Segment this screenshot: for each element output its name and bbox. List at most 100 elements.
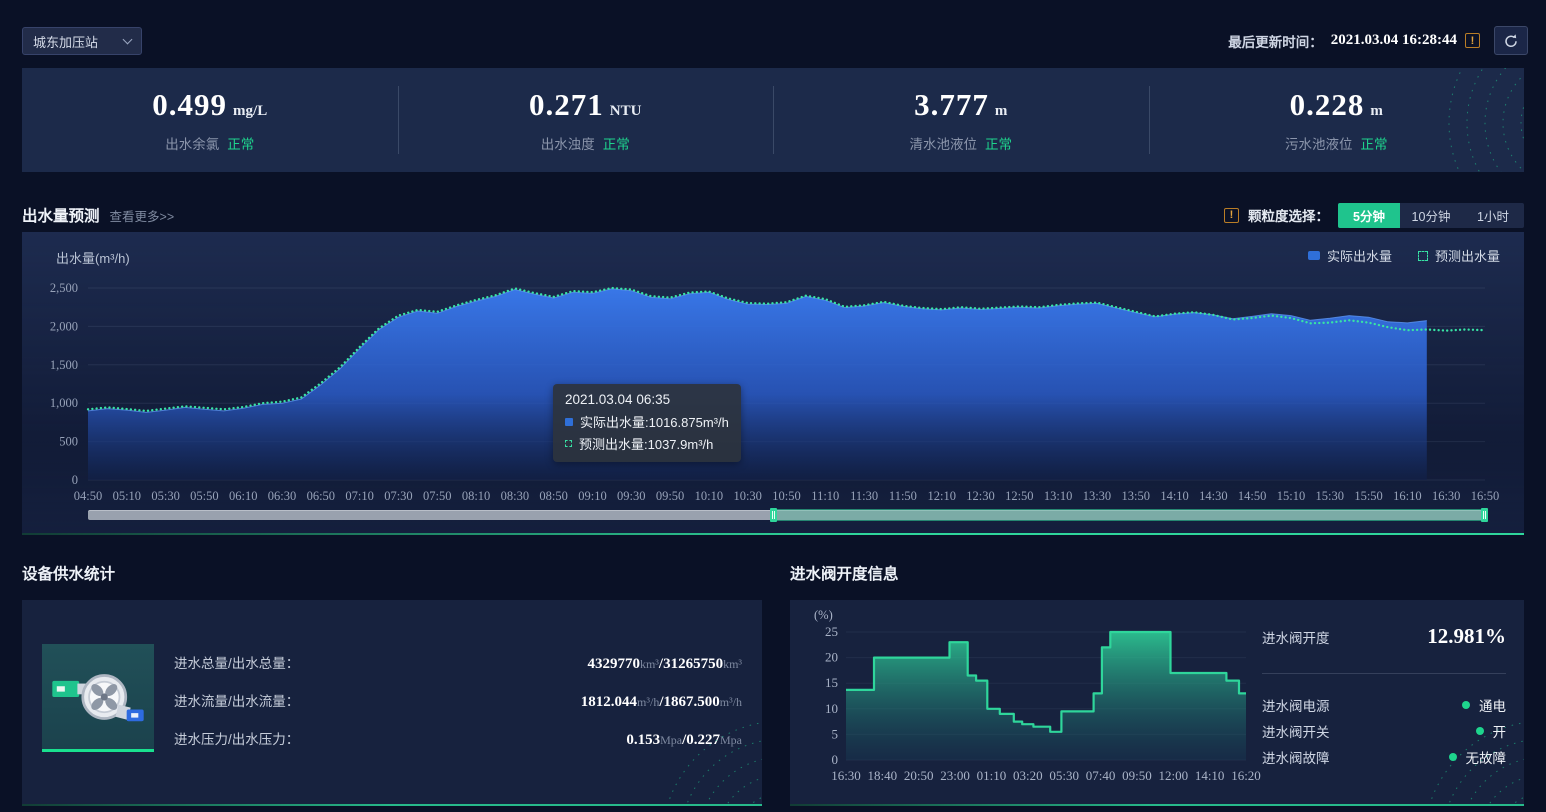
warning-icon[interactable] — [1224, 208, 1239, 223]
tooltip-timestamp: 2021.03.04 06:35 — [565, 392, 729, 407]
svg-text:23:00: 23:00 — [940, 768, 970, 783]
device-supply-panel: 进水总量/出水总量： 4329770km³/31265750km³ 进水流量/出… — [22, 600, 762, 806]
row-value: 1812.044m³/h/1867.500m³/h — [581, 693, 742, 711]
svg-text:10:50: 10:50 — [772, 489, 800, 503]
outflow-forecast-chart-panel: 出水量(m³/h) 实际出水量 预测出水量 05001,0001,5002,00… — [22, 232, 1524, 535]
svg-text:0: 0 — [832, 752, 839, 767]
status-value: 通电 — [1479, 695, 1506, 715]
valve-opening-label: 进水阀开度 — [1262, 627, 1330, 647]
svg-text:07:30: 07:30 — [384, 489, 412, 503]
chevron-down-icon — [123, 35, 133, 45]
stat-label: 出水余氯 — [165, 137, 219, 152]
svg-text:14:50: 14:50 — [1238, 489, 1266, 503]
stat-unit: mg/L — [233, 103, 267, 119]
svg-text:13:50: 13:50 — [1122, 489, 1150, 503]
refresh-icon — [1503, 33, 1519, 49]
stat-unit: m — [1370, 103, 1383, 119]
valve-fault-row: 进水阀故障 无故障 — [1262, 744, 1506, 770]
svg-text:04:50: 04:50 — [74, 489, 102, 503]
svg-text:07:10: 07:10 — [345, 489, 373, 503]
status-badge: 正常 — [1361, 137, 1388, 152]
legend-predicted[interactable]: 预测出水量 — [1418, 246, 1500, 265]
tooltip-predicted-value: 预测出水量:1037.9m³/h — [579, 434, 713, 453]
svg-text:11:10: 11:10 — [811, 489, 839, 503]
svg-text:16:20: 16:20 — [1231, 768, 1261, 783]
granularity-label: 颗粒度选择： — [1248, 205, 1329, 225]
status-label: 进水阀电源 — [1262, 695, 1330, 715]
svg-text:06:10: 06:10 — [229, 489, 257, 503]
tooltip-predicted-marker — [565, 440, 572, 447]
legend-actual-marker — [1308, 251, 1320, 260]
datazoom-selected-range[interactable] — [773, 509, 1485, 521]
stat-residual-chlorine: 0.499 mg/L 出水余氯正常 — [22, 68, 398, 172]
granularity-10min[interactable]: 10分钟 — [1400, 203, 1462, 228]
svg-text:06:50: 06:50 — [307, 489, 335, 503]
stat-sewage-tank-level: 0.228m 污水池液位正常 — [1149, 68, 1525, 172]
svg-text:05:30: 05:30 — [1049, 768, 1079, 783]
outflow-area-chart[interactable]: 05001,0001,5002,0002,50004:5005:1005:300… — [22, 232, 1524, 504]
row-value: 4329770km³/31265750km³ — [587, 655, 742, 673]
svg-text:16:10: 16:10 — [1393, 489, 1421, 503]
stat-turbidity: 0.271NTU 出水浊度正常 — [398, 68, 774, 172]
svg-text:20:50: 20:50 — [904, 768, 934, 783]
svg-text:03:20: 03:20 — [1013, 768, 1043, 783]
svg-text:15:30: 15:30 — [1316, 489, 1344, 503]
svg-text:07:50: 07:50 — [423, 489, 451, 503]
station-select-value: 城东加压站 — [33, 32, 98, 51]
svg-text:07:40: 07:40 — [1086, 768, 1116, 783]
svg-text:08:50: 08:50 — [539, 489, 567, 503]
svg-text:11:50: 11:50 — [889, 489, 917, 503]
last-update-label: 最后更新时间： — [1228, 31, 1323, 51]
stat-value: 0.228 — [1290, 87, 1365, 122]
tooltip-actual-marker — [565, 418, 573, 426]
see-more-link[interactable]: 查看更多>> — [110, 206, 175, 225]
svg-text:12:10: 12:10 — [927, 489, 955, 503]
granularity-1hour[interactable]: 1小时 — [1462, 203, 1524, 228]
pump-icon — [48, 654, 148, 740]
row-label: 进水流量/出水流量： — [174, 690, 299, 710]
svg-text:12:50: 12:50 — [1005, 489, 1033, 503]
y-axis-title: 出水量(m³/h) — [56, 248, 130, 267]
chart-legend: 实际出水量 预测出水量 — [1308, 246, 1500, 265]
svg-text:05:30: 05:30 — [151, 489, 179, 503]
refresh-button[interactable] — [1494, 26, 1528, 55]
stat-unit: NTU — [610, 103, 642, 119]
svg-text:15:10: 15:10 — [1277, 489, 1305, 503]
datazoom-slider[interactable] — [88, 509, 1485, 521]
status-dot — [1462, 701, 1470, 709]
inlet-valve-panel: (%) 051015202516:3018:4020:5023:0001:100… — [790, 600, 1524, 806]
status-dot — [1449, 753, 1457, 761]
status-badge: 正常 — [227, 137, 254, 152]
stat-clean-tank-level: 3.777m 清水池液位正常 — [773, 68, 1149, 172]
supply-row-flow: 进水流量/出水流量： 1812.044m³/h/1867.500m³/h — [174, 690, 742, 708]
svg-text:25: 25 — [825, 624, 838, 639]
kpi-stats-band: 0.499mg/L 出水余氯正常 0.271NTU 出水浊度正常 3.777m … — [22, 68, 1524, 172]
row-value: 0.153Mpa/0.227Mpa — [626, 731, 742, 749]
svg-text:08:30: 08:30 — [501, 489, 529, 503]
datazoom-left-handle[interactable] — [770, 508, 777, 522]
svg-text:0: 0 — [72, 473, 78, 487]
legend-actual[interactable]: 实际出水量 — [1308, 246, 1392, 265]
legend-predicted-marker — [1418, 251, 1428, 261]
svg-text:01:10: 01:10 — [977, 768, 1007, 783]
svg-text:09:50: 09:50 — [1122, 768, 1152, 783]
svg-text:500: 500 — [59, 435, 78, 449]
datazoom-right-handle[interactable] — [1481, 508, 1488, 522]
stat-value: 0.499 — [152, 87, 227, 122]
status-value: 无故障 — [1466, 747, 1507, 767]
svg-text:14:30: 14:30 — [1199, 489, 1227, 503]
stat-value: 0.271 — [529, 87, 604, 122]
svg-text:05:50: 05:50 — [190, 489, 218, 503]
valve-info-column: 进水阀开度 12.981% 进水阀电源 通电 进水阀开关 开 进水阀故障 无故障 — [1262, 624, 1506, 770]
svg-text:11:30: 11:30 — [850, 489, 878, 503]
svg-text:10:30: 10:30 — [733, 489, 761, 503]
granularity-5min[interactable]: 5分钟 — [1338, 203, 1400, 228]
svg-text:16:50: 16:50 — [1471, 489, 1499, 503]
last-update-value: 2021.03.04 16:28:44 — [1331, 32, 1457, 49]
warning-icon[interactable] — [1465, 33, 1480, 48]
valve-step-chart[interactable]: 051015202516:3018:4020:5023:0001:1003:20… — [798, 602, 1278, 802]
stat-value: 3.777 — [914, 87, 989, 122]
svg-text:09:10: 09:10 — [578, 489, 606, 503]
station-select[interactable]: 城东加压站 — [22, 27, 142, 55]
svg-text:2,500: 2,500 — [50, 281, 78, 295]
